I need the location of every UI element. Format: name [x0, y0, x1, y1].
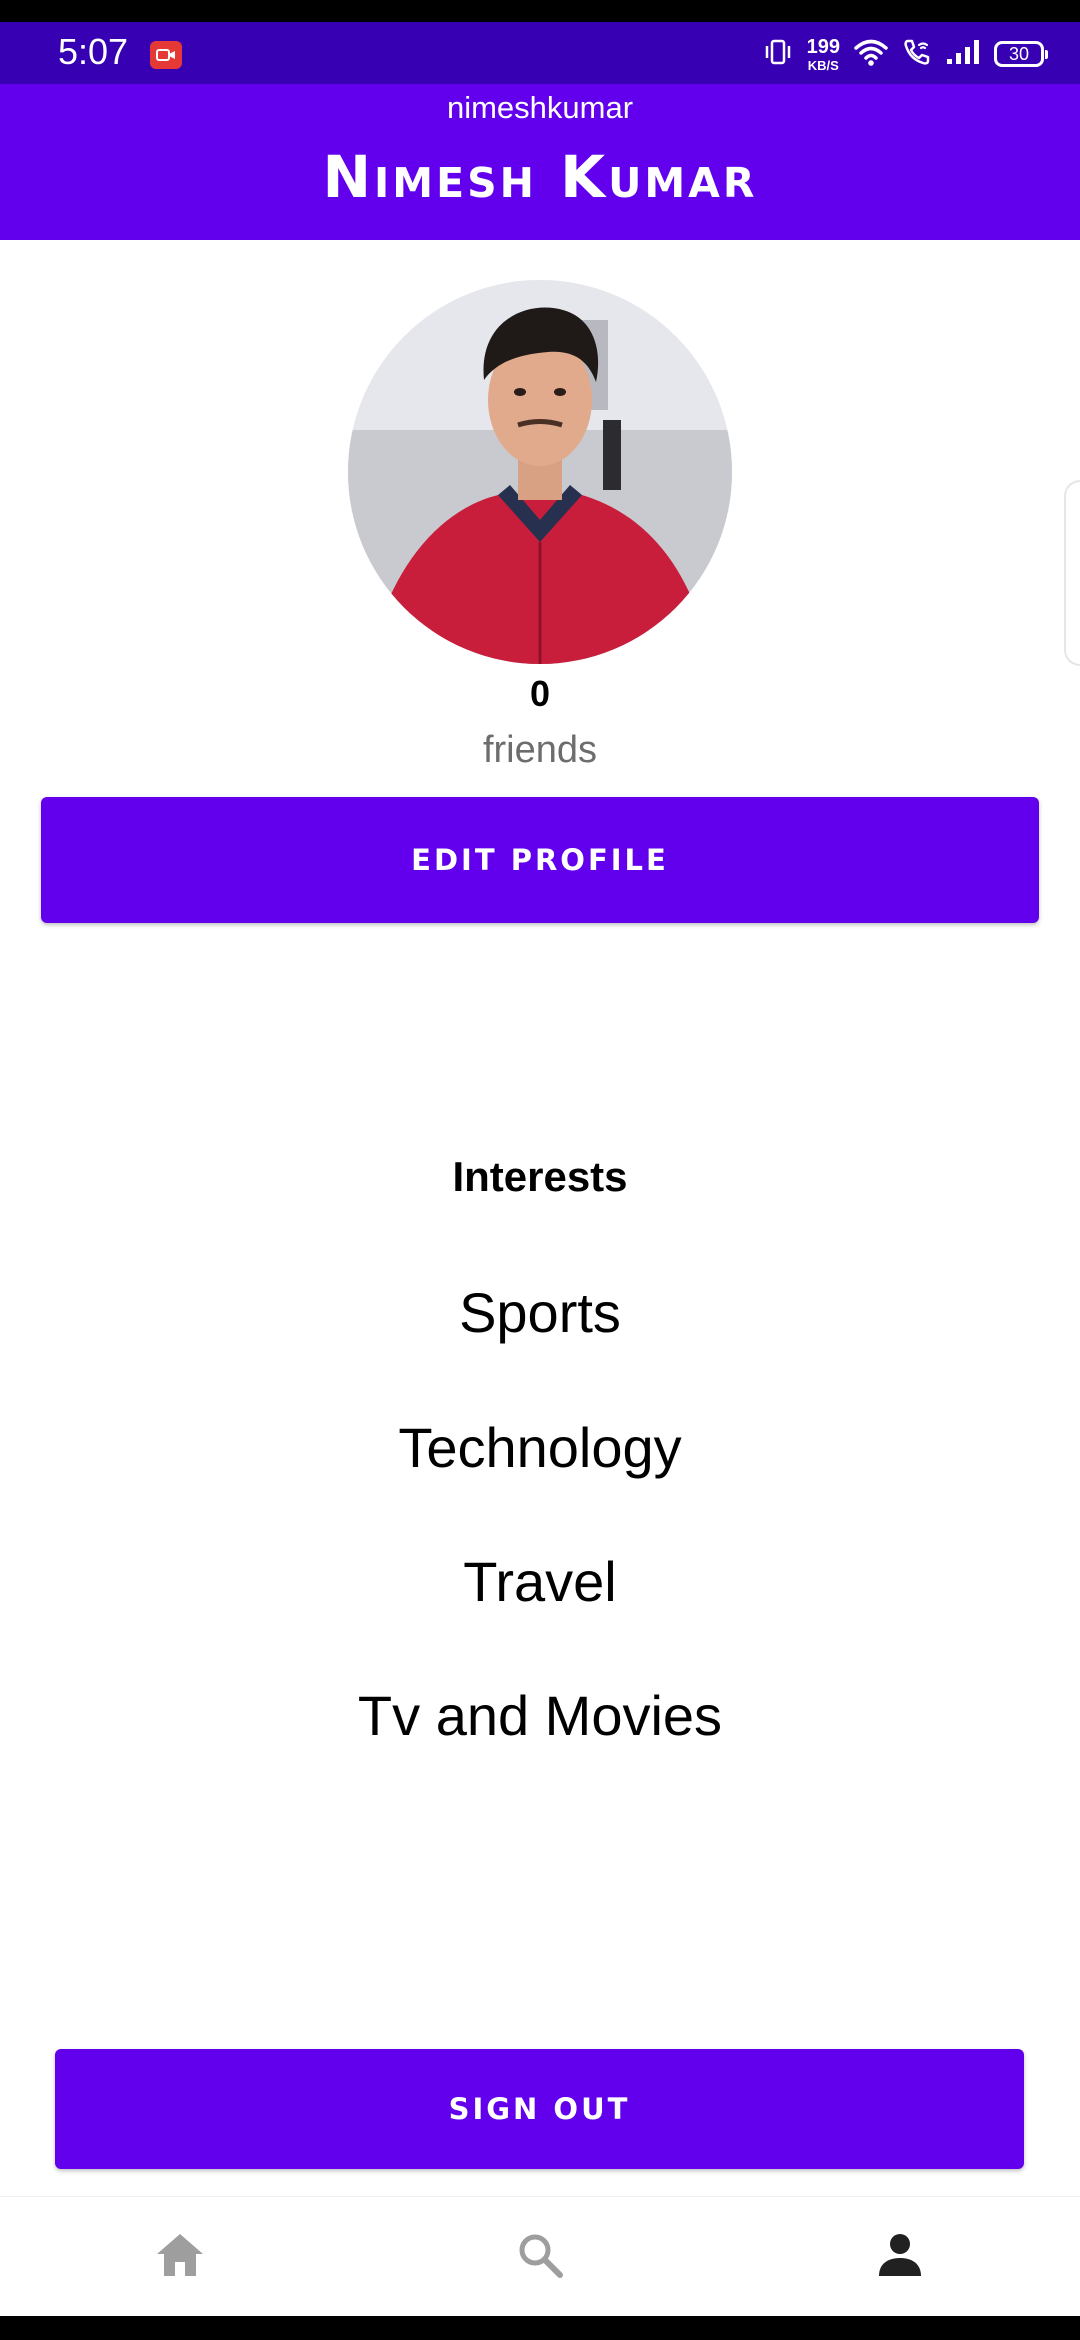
side-scroll-handle[interactable] — [1064, 480, 1080, 666]
sign-out-button[interactable]: SIGN OUT — [55, 2049, 1024, 2169]
friends-label: friends — [482, 729, 598, 771]
interest-item: Sports — [459, 1281, 621, 1344]
display-name: Nimesh Kumar — [322, 143, 758, 211]
nav-search[interactable] — [360, 2197, 720, 2317]
interests-title: Interests — [452, 1153, 628, 1200]
nav-home[interactable] — [0, 2197, 360, 2317]
interest-item: Tv and Movies — [357, 1684, 723, 1747]
bottom-navigation — [0, 2196, 1080, 2317]
vibrate-icon — [763, 37, 793, 72]
network-speed: 199 KB/S — [807, 37, 840, 72]
signal-icon — [946, 39, 980, 70]
app-bar: nimeshkumar Nimesh Kumar — [0, 84, 1080, 240]
status-time: 5:07 — [58, 31, 129, 72]
nav-profile[interactable] — [720, 2197, 1080, 2317]
wifi-call-icon — [902, 37, 932, 72]
username: nimeshkumar — [446, 90, 634, 125]
interest-item: Technology — [398, 1416, 682, 1479]
screen-record-icon — [150, 41, 182, 69]
bottom-black-bar — [0, 2316, 1080, 2340]
battery-icon: 30 — [994, 41, 1048, 67]
person-icon — [877, 2232, 923, 2283]
interest-item: Travel — [463, 1550, 617, 1613]
edit-profile-button[interactable]: EDIT PROFILE — [41, 797, 1039, 923]
profile-avatar — [348, 280, 732, 664]
status-bar: 5:07 199 KB/S 30 — [0, 22, 1080, 84]
network-speed-unit: KB/S — [807, 57, 839, 73]
top-black-bar — [0, 0, 1080, 22]
wifi-icon — [854, 38, 888, 71]
network-speed-value: 199 — [806, 35, 840, 58]
home-icon — [155, 2232, 205, 2283]
status-icons: 199 KB/S 30 — [763, 34, 1048, 74]
search-icon — [516, 2231, 564, 2284]
friends-count: 0 — [529, 673, 551, 714]
